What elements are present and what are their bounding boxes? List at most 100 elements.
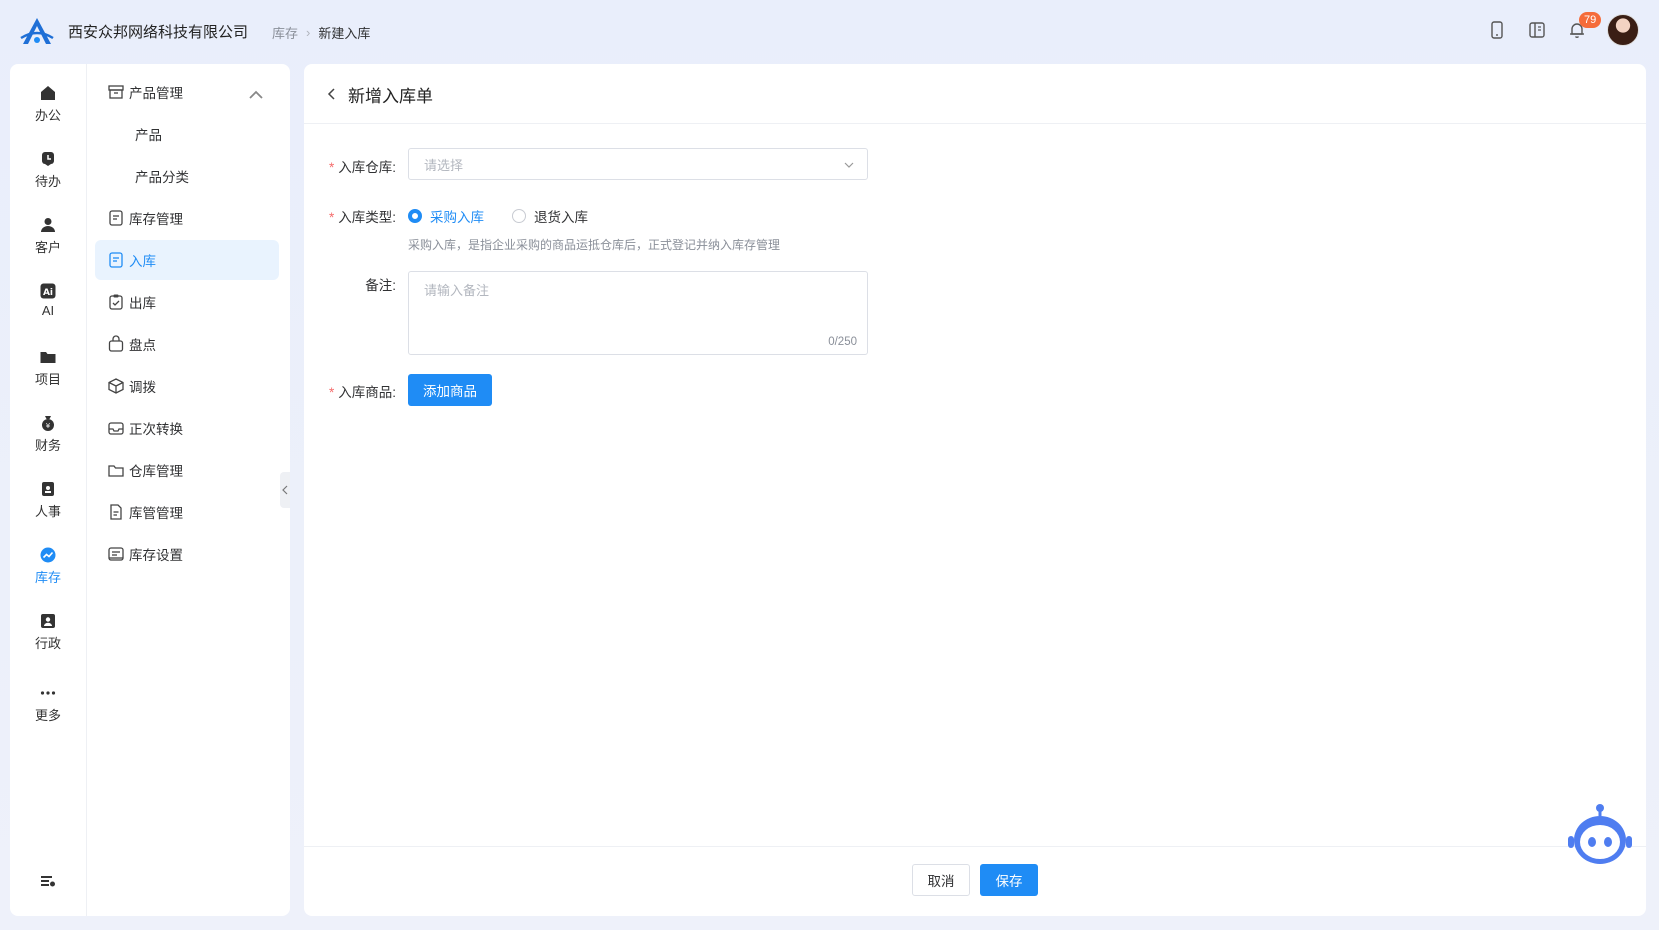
form-footer: 取消 保存: [304, 846, 1646, 916]
remark-textarea[interactable]: 请输入备注 0/250: [408, 271, 868, 355]
home-icon: [41, 86, 55, 100]
app-rail: 办公 待办 客户 Ai AI 项目 ¥ 财务 人事 库存 行政 更多: [10, 64, 86, 916]
add-goods-button[interactable]: 添加商品: [408, 374, 492, 406]
breadcrumb-separator-icon: ›: [306, 25, 311, 40]
collapse-sidebar-button[interactable]: [280, 472, 290, 508]
rail-item-label: 更多: [34, 708, 61, 723]
rail-item-inventory[interactable]: 库存: [10, 546, 86, 586]
menu-item-label: 正次转换: [129, 422, 183, 437]
mobile-icon[interactable]: [1487, 20, 1507, 40]
remark-char-count: 0/250: [828, 336, 857, 348]
chevron-left-icon: [282, 485, 288, 495]
menu-item-label: 盘点: [129, 338, 156, 353]
rail-item-label: AI: [41, 303, 55, 318]
bag-icon: [108, 335, 124, 352]
goods-label-text: 入库商品:: [338, 385, 396, 400]
page-title: 新增入库单: [348, 87, 433, 106]
rail-item-customer[interactable]: 客户: [10, 216, 86, 256]
book-icon[interactable]: [1527, 20, 1547, 40]
radio-label: 退货入库: [534, 210, 588, 225]
menu-stock-in[interactable]: 入库: [95, 240, 279, 280]
menu-product[interactable]: 产品: [95, 114, 279, 154]
warehouse-label: * 入库仓库:: [312, 156, 396, 176]
rail-item-label: 人事: [34, 504, 61, 519]
menu-item-label: 出库: [129, 296, 156, 311]
svg-text:Ai: Ai: [43, 288, 53, 298]
company-logo[interactable]: [18, 16, 56, 48]
doc-edit-icon: [109, 210, 123, 226]
rail-settings-button[interactable]: [10, 872, 86, 890]
badge-icon: [42, 482, 54, 496]
type-label: * 入库类型:: [312, 206, 396, 226]
svg-text:¥: ¥: [46, 422, 51, 430]
cancel-button[interactable]: 取消: [912, 864, 970, 896]
back-arrow-icon[interactable]: [324, 86, 340, 102]
assistant-robot-icon[interactable]: [1564, 800, 1636, 872]
chevron-down-icon: [844, 162, 854, 168]
menu-item-label: 产品管理: [129, 86, 183, 101]
bell-icon[interactable]: 79: [1567, 12, 1602, 40]
radio-purchase-in[interactable]: 采购入库: [408, 206, 484, 226]
required-mark: *: [328, 210, 335, 225]
rail-item-todo[interactable]: 待办: [10, 150, 86, 190]
rail-item-label: 财务: [34, 438, 61, 453]
menu-stocktake[interactable]: 盘点: [95, 324, 279, 364]
required-mark: *: [328, 385, 335, 400]
clipboard-check-icon: [109, 294, 123, 310]
required-mark: *: [328, 160, 335, 175]
menu-item-label: 库存管理: [129, 212, 183, 227]
avatar[interactable]: [1607, 14, 1639, 46]
menu-item-label: 库存设置: [129, 548, 183, 563]
rail-item-office[interactable]: 办公: [10, 84, 86, 124]
rail-item-admin[interactable]: 行政: [10, 612, 86, 652]
radio-checked-icon: [408, 209, 422, 223]
file-icon: [110, 504, 122, 520]
warehouse-label-text: 入库仓库:: [338, 160, 396, 175]
menu-transfer[interactable]: 调拨: [95, 366, 279, 406]
menu-product-management[interactable]: 产品管理: [95, 72, 279, 112]
menu-item-label: 产品分类: [135, 170, 189, 185]
goods-label: * 入库商品:: [312, 381, 396, 401]
menu-item-label: 仓库管理: [129, 464, 183, 479]
box-icon: [108, 85, 124, 99]
folder-open-icon: [108, 465, 124, 477]
rail-item-hr[interactable]: 人事: [10, 480, 86, 520]
breadcrumb: 库存 › 新建入库: [272, 23, 370, 42]
radio-return-in[interactable]: 退货入库: [512, 206, 588, 226]
type-hint: 采购入库，是指企业采购的商品运抵仓库后，正式登记并纳入库存管理: [408, 238, 781, 252]
settings-list-icon: [41, 876, 55, 887]
remark-placeholder: 请输入备注: [424, 283, 490, 298]
menu-product-category[interactable]: 产品分类: [95, 156, 279, 196]
ai-icon: Ai: [40, 283, 56, 299]
menu-item-label: 调拨: [129, 380, 156, 395]
menu-keeper-management[interactable]: 库管管理: [95, 492, 279, 532]
more-icon: [40, 691, 56, 695]
notification-badge: 79: [1579, 12, 1602, 28]
top-bar: 西安众邦网络科技有限公司 库存 › 新建入库 79: [0, 0, 1659, 64]
menu-item-label: 产品: [135, 128, 162, 143]
page-header: 新增入库单: [304, 64, 1646, 124]
save-button[interactable]: 保存: [980, 864, 1038, 896]
rail-item-finance[interactable]: ¥ 财务: [10, 414, 86, 454]
menu-stock-management[interactable]: 库存管理: [95, 198, 279, 238]
warehouse-placeholder: 请选择: [424, 157, 464, 173]
money-bag-icon: ¥: [42, 416, 54, 431]
admin-icon: [41, 614, 55, 628]
doc-in-icon: [109, 252, 123, 268]
rail-item-ai[interactable]: Ai AI: [10, 282, 86, 318]
cube-icon: [108, 378, 124, 394]
rail-item-label: 待办: [34, 174, 61, 189]
company-name[interactable]: 西安众邦网络科技有限公司: [68, 21, 248, 42]
rail-item-more[interactable]: 更多: [10, 684, 86, 724]
list-settings-icon: [108, 547, 124, 561]
type-label-text: 入库类型:: [338, 210, 396, 225]
rail-item-label: 库存: [34, 570, 61, 585]
rail-item-project[interactable]: 项目: [10, 348, 86, 388]
breadcrumb-item[interactable]: 库存: [272, 23, 298, 42]
menu-stock-settings[interactable]: 库存设置: [95, 534, 279, 574]
warehouse-select[interactable]: 请选择: [408, 148, 868, 180]
menu-stock-out[interactable]: 出库: [95, 282, 279, 322]
menu-conversion[interactable]: 正次转换: [95, 408, 279, 448]
menu-warehouse-management[interactable]: 仓库管理: [95, 450, 279, 490]
todo-icon: [42, 152, 54, 166]
